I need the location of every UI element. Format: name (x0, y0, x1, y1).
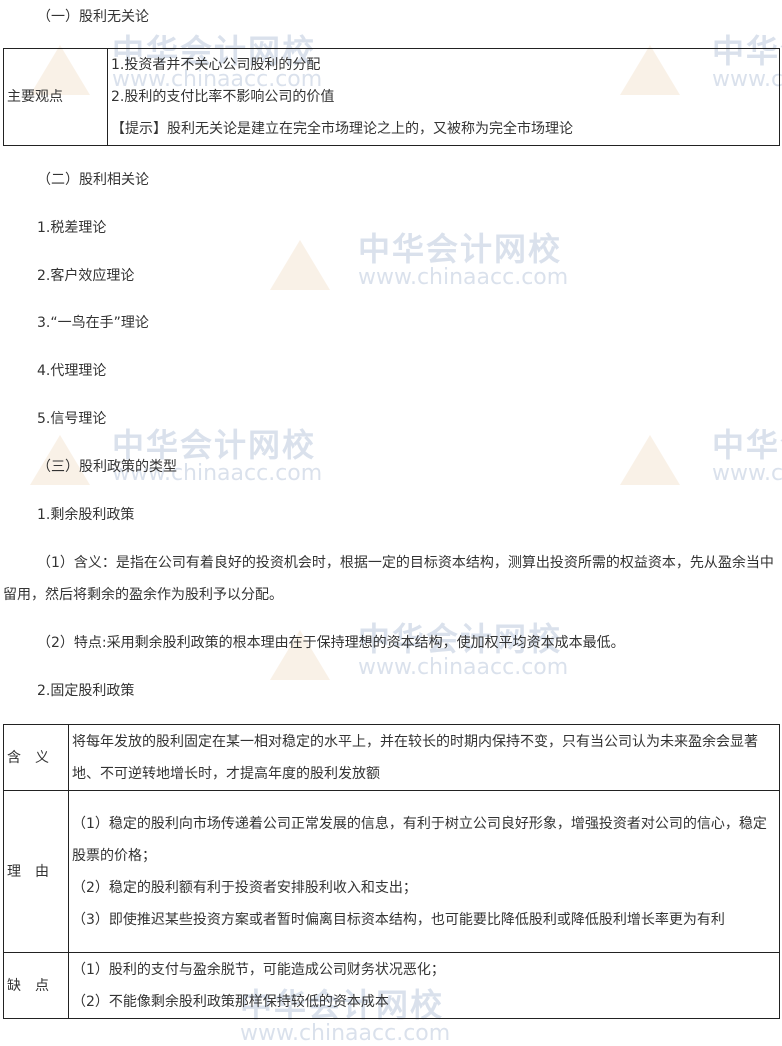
table-label: 缺 点 (3, 952, 69, 1019)
line: 2.股利的支付比率不影响公司的价值 (111, 89, 335, 105)
paragraph: （1）含义：是指在公司有着良好的投资机会时，根据一定的目标资本结构，测算出投资所… (3, 555, 774, 603)
watermark: 中华会计网校www.chinaacc.com (358, 230, 569, 290)
line: （1）股利的支付与盈余脱节，可能造成公司财务状况恶化； (72, 961, 445, 978)
line: 将每年发放的股利固定在某一相对稳定的水平上，并在较长的时期内保持不变，只有当公司… (72, 733, 758, 782)
table-label: 理 由 (3, 790, 69, 953)
line: （2）不能像剩余股利政策那样保持较低的资本成本 (72, 993, 389, 1010)
line: （2）稳定的股利额有利于投资者安排股利收入和支出； (72, 879, 417, 896)
watermark-logo (270, 240, 330, 290)
list-item: 5.信号理论 (37, 411, 107, 427)
section-heading-3: （三）股利政策的类型 (37, 459, 177, 475)
table-content: （1）稳定的股利向市场传递着公司正常发展的信息，有利于树立公司良好形象，增强投资… (68, 790, 780, 953)
line: 【提示】股利无关论是建立在完全市场理论之上的，又被称为完全市场理论 (111, 121, 573, 137)
list-item: 1.税差理论 (37, 220, 107, 236)
views-table: 主要观点 1.投资者并不关心公司股利的分配 2.股利的支付比率不影响公司的价值 … (3, 48, 780, 146)
line: 1.投资者并不关心公司股利的分配 (111, 57, 321, 73)
subheading: 2.固定股利政策 (37, 683, 135, 699)
list-item: 3.“一鸟在手”理论 (37, 315, 149, 331)
subheading: 1.剩余股利政策 (37, 507, 135, 523)
fixed-dividend-table: 含 义 将每年发放的股利固定在某一相对稳定的水平上，并在较长的时期内保持不变，只… (3, 724, 780, 1019)
table-content: （1）股利的支付与盈余脱节，可能造成公司财务状况恶化； （2）不能像剩余股利政策… (68, 952, 780, 1019)
paragraph: （2）特点:采用剩余股利政策的根本理由在于保持理想的资本结构，使加权平均资本成本… (37, 635, 625, 651)
watermark-logo (620, 435, 680, 485)
section-heading-2: （二）股利相关论 (37, 172, 149, 188)
line: （1）稳定的股利向市场传递着公司正常发展的信息，有利于树立公司良好形象，增强投资… (72, 815, 767, 864)
line: （3）即使推迟某些投资方案或者暂时偏离目标资本结构，也可能要比降低股利或降低股利… (72, 911, 725, 928)
section-heading-1: （一）股利无关论 (37, 9, 149, 25)
table-label: 主要观点 (3, 48, 108, 146)
table-label: 含 义 (3, 724, 69, 791)
watermark: 中华会计网校www.chinaacc.com (712, 426, 782, 486)
table-content: 1.投资者并不关心公司股利的分配 2.股利的支付比率不影响公司的价值 【提示】股… (107, 48, 780, 146)
list-item: 4.代理理论 (37, 363, 107, 379)
table-content: 将每年发放的股利固定在某一相对稳定的水平上，并在较长的时期内保持不变，只有当公司… (68, 724, 780, 791)
list-item: 2.客户效应理论 (37, 268, 135, 284)
